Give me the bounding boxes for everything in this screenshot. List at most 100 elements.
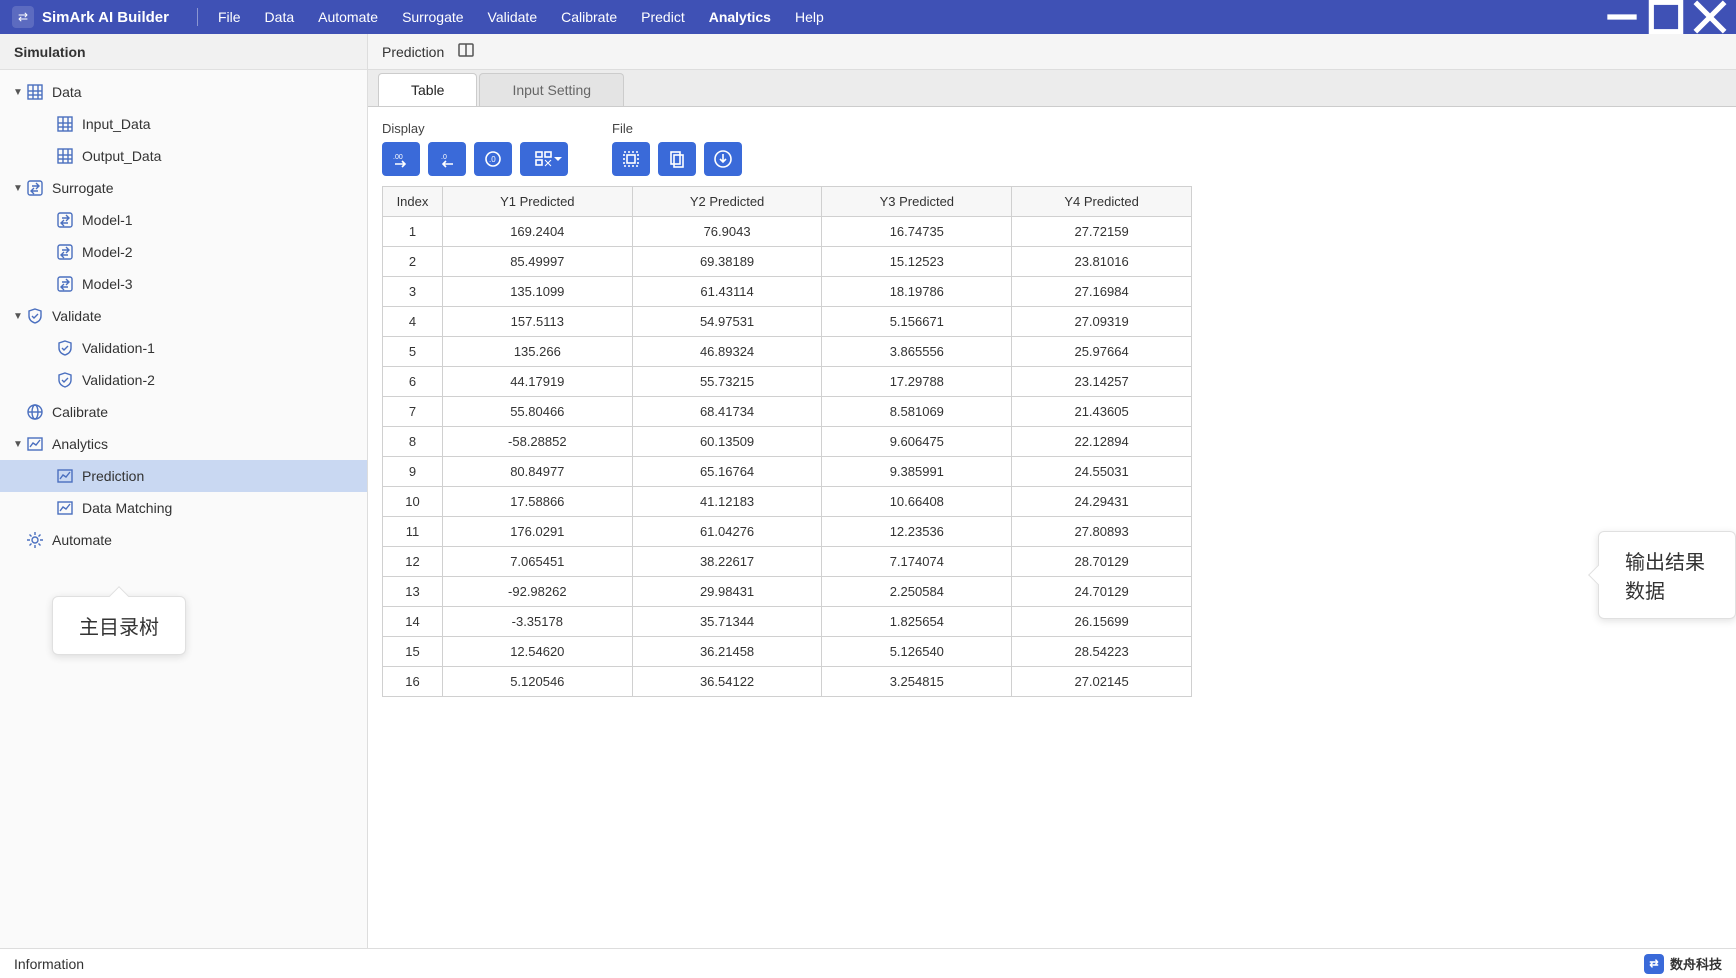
table-cell: 60.13509 (632, 427, 822, 457)
column-header[interactable]: Y2 Predicted (632, 187, 822, 217)
tree-item-analytics[interactable]: ▼Analytics (0, 428, 367, 460)
download-button[interactable] (704, 142, 742, 176)
increase-decimal-button[interactable]: .00 (382, 142, 420, 176)
table-row[interactable]: 165.12054636.541223.25481527.02145 (383, 667, 1192, 697)
table-cell: 8.581069 (822, 397, 1012, 427)
tree-item-label: Validation-2 (82, 372, 155, 388)
tree-item-datamatch[interactable]: Data Matching (0, 492, 367, 524)
table-cell: 18.19786 (822, 277, 1012, 307)
table-cell: 29.98431 (632, 577, 822, 607)
tree-item-label: Data Matching (82, 500, 172, 516)
table-cell: 135.266 (442, 337, 632, 367)
menu-item-data[interactable]: Data (253, 5, 307, 29)
menu-item-calibrate[interactable]: Calibrate (549, 5, 629, 29)
decrease-decimal-button[interactable]: .0 (428, 142, 466, 176)
menu-item-surrogate[interactable]: Surrogate (390, 5, 475, 29)
tree-item-label: Validate (52, 308, 102, 324)
table-cell: 8 (383, 427, 443, 457)
expander-icon[interactable]: ▼ (10, 183, 26, 194)
table-cell: 76.9043 (632, 217, 822, 247)
column-header[interactable]: Y4 Predicted (1012, 187, 1192, 217)
toolbar-group-display: Display .00 .0 .0 (382, 121, 568, 176)
tree-item-output_data[interactable]: Output_Data (0, 140, 367, 172)
minimize-button[interactable] (1600, 0, 1644, 34)
table-cell: 28.70129 (1012, 547, 1192, 577)
main-panel: Prediction TableInput Setting Display .0… (368, 34, 1736, 948)
menu-item-analytics[interactable]: Analytics (697, 5, 783, 29)
table-row[interactable]: 13-92.9826229.984312.25058424.70129 (383, 577, 1192, 607)
table-cell: 169.2404 (442, 217, 632, 247)
tree-item-automate[interactable]: Automate (0, 524, 367, 556)
table-row[interactable]: 127.06545138.226177.17407428.70129 (383, 547, 1192, 577)
tab-table[interactable]: Table (378, 73, 477, 106)
select-all-button[interactable] (612, 142, 650, 176)
expander-icon[interactable]: ▼ (10, 439, 26, 450)
tree-item-val1[interactable]: Validation-1 (0, 332, 367, 364)
tree-item-model3[interactable]: Model-3 (0, 268, 367, 300)
tree-item-validate[interactable]: ▼ Validate (0, 300, 367, 332)
tree-item-prediction[interactable]: Prediction (0, 460, 367, 492)
tree-item-data[interactable]: ▼Data (0, 76, 367, 108)
menu-item-help[interactable]: Help (783, 5, 836, 29)
table-row[interactable]: 285.4999769.3818915.1252323.81016 (383, 247, 1192, 277)
close-button[interactable] (1688, 0, 1732, 34)
table-cell: 12.54620 (442, 637, 632, 667)
column-header[interactable]: Index (383, 187, 443, 217)
tab-input[interactable]: Input Setting (479, 73, 624, 106)
tree-item-model2[interactable]: Model-2 (0, 236, 367, 268)
tree-item-model1[interactable]: Model-1 (0, 204, 367, 236)
table-cell: 44.17919 (442, 367, 632, 397)
tree-item-val2[interactable]: Validation-2 (0, 364, 367, 396)
table-cell: -3.35178 (442, 607, 632, 637)
layout-options-button[interactable] (520, 142, 568, 176)
table-row[interactable]: 3135.109961.4311418.1978627.16984 (383, 277, 1192, 307)
expander-icon[interactable]: ▼ (10, 311, 26, 322)
table-cell: 46.89324 (632, 337, 822, 367)
table-cell: 55.73215 (632, 367, 822, 397)
menu-item-file[interactable]: File (206, 5, 253, 29)
panel-layout-icon[interactable] (458, 42, 474, 61)
brand-logo-icon: ⇄ (1644, 954, 1664, 974)
tree-item-surrogate[interactable]: ▼Surrogate (0, 172, 367, 204)
tree-item-calibrate[interactable]: Calibrate (0, 396, 367, 428)
table-row[interactable]: 1169.240476.904316.7473527.72159 (383, 217, 1192, 247)
table-row[interactable]: 644.1791955.7321517.2978823.14257 (383, 367, 1192, 397)
table-cell: 24.70129 (1012, 577, 1192, 607)
chart-icon (56, 499, 74, 517)
table-row[interactable]: 755.8046668.417348.58106921.43605 (383, 397, 1192, 427)
tree-item-label: Prediction (82, 468, 144, 484)
sidebar-header: Simulation (0, 34, 367, 70)
table-cell: 61.04276 (632, 517, 822, 547)
expander-icon[interactable]: ▼ (10, 87, 26, 98)
chart-icon (56, 467, 74, 485)
results-table: IndexY1 PredictedY2 PredictedY3 Predicte… (382, 186, 1192, 697)
table-row[interactable]: 14-3.3517835.713441.82565426.15699 (383, 607, 1192, 637)
menu-item-predict[interactable]: Predict (629, 5, 697, 29)
status-info[interactable]: Information (14, 956, 84, 972)
table-row[interactable]: 1512.5462036.214585.12654028.54223 (383, 637, 1192, 667)
table-row[interactable]: 11176.029161.0427612.2353627.80893 (383, 517, 1192, 547)
column-header[interactable]: Y1 Predicted (442, 187, 632, 217)
table-cell: 15 (383, 637, 443, 667)
table-cell: 3.254815 (822, 667, 1012, 697)
maximize-button[interactable] (1644, 0, 1688, 34)
tree-item-input_data[interactable]: Input_Data (0, 108, 367, 140)
menu-item-validate[interactable]: Validate (476, 5, 550, 29)
table-cell: 16.74735 (822, 217, 1012, 247)
table-cell: 6 (383, 367, 443, 397)
table-cell: 28.54223 (1012, 637, 1192, 667)
table-row[interactable]: 1017.5886641.1218310.6640824.29431 (383, 487, 1192, 517)
table-row[interactable]: 980.8497765.167649.38599124.55031 (383, 457, 1192, 487)
table-row[interactable]: 5135.26646.893243.86555625.97664 (383, 337, 1192, 367)
table-cell: 5.156671 (822, 307, 1012, 337)
table-cell: 1.825654 (822, 607, 1012, 637)
table-row[interactable]: 8-58.2885260.135099.60647522.12894 (383, 427, 1192, 457)
menu-item-automate[interactable]: Automate (306, 5, 390, 29)
grid-icon (56, 115, 74, 133)
table-cell: 135.1099 (442, 277, 632, 307)
scientific-notation-button[interactable]: .0 (474, 142, 512, 176)
copy-button[interactable] (658, 142, 696, 176)
svg-text:.0: .0 (489, 155, 496, 164)
column-header[interactable]: Y3 Predicted (822, 187, 1012, 217)
table-row[interactable]: 4157.511354.975315.15667127.09319 (383, 307, 1192, 337)
